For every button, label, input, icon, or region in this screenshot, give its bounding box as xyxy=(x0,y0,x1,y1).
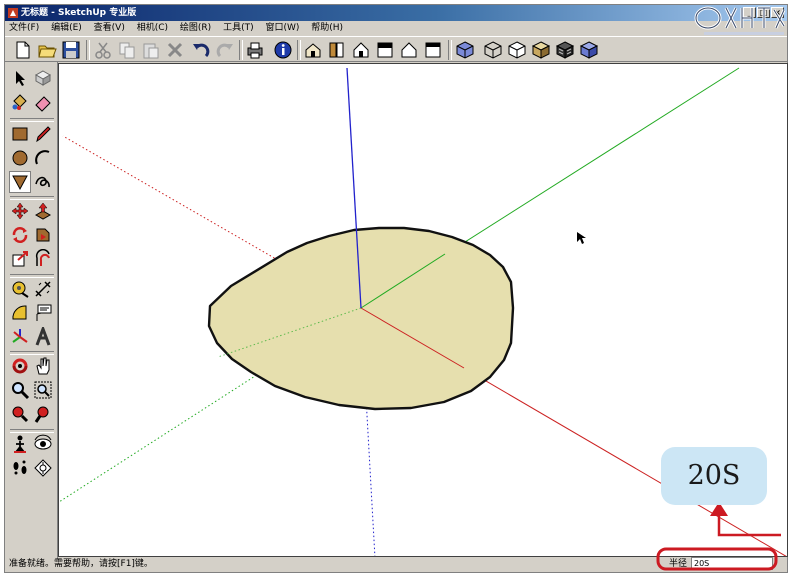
make-component-icon[interactable] xyxy=(33,68,53,88)
pan-hand-icon[interactable] xyxy=(33,356,53,376)
offset-icon[interactable] xyxy=(33,249,53,269)
model-info-icon[interactable] xyxy=(273,40,293,60)
main-toolbar xyxy=(5,36,787,62)
menu-bar: 文件(F) 编辑(E) 查看(V) 相机(C) 绘图(R) 工具(T) 窗口(W… xyxy=(5,21,787,35)
mouse-cursor-icon xyxy=(577,232,586,244)
menu-file[interactable]: 文件(F) xyxy=(9,23,39,33)
xray-style-icon[interactable] xyxy=(455,40,475,60)
pencil-line-icon[interactable] xyxy=(33,124,53,144)
measurements-input[interactable]: 20S xyxy=(691,557,773,570)
walk-footprints-icon[interactable] xyxy=(10,458,30,478)
polygon-icon[interactable] xyxy=(9,171,31,193)
menu-draw[interactable]: 绘图(R) xyxy=(180,23,211,33)
orbit-icon[interactable] xyxy=(10,356,30,376)
undo-icon[interactable] xyxy=(191,40,211,60)
redo-icon[interactable] xyxy=(215,40,235,60)
left-toolbar xyxy=(5,62,58,559)
zoom-icon[interactable] xyxy=(10,380,30,400)
protractor-icon[interactable] xyxy=(10,303,30,323)
sketchup-app-icon xyxy=(8,8,18,18)
status-message: 准备就绪。需要帮助，请按[F1]键。 xyxy=(9,559,153,569)
view-left-icon[interactable] xyxy=(423,40,443,60)
view-iso-icon[interactable] xyxy=(303,40,323,60)
tape-measure-icon[interactable] xyxy=(10,279,30,299)
print-icon[interactable] xyxy=(245,40,265,60)
monochrome-style-icon[interactable] xyxy=(579,40,599,60)
wireframe-style-icon[interactable] xyxy=(483,40,503,60)
shaded-style-icon[interactable] xyxy=(531,40,551,60)
view-back-icon[interactable] xyxy=(399,40,419,60)
window-title: 无标题 - SketchUp 专业版 xyxy=(21,8,137,18)
zoom-extents-icon[interactable] xyxy=(33,404,53,424)
previous-view-icon[interactable] xyxy=(10,404,30,424)
cut-icon[interactable] xyxy=(93,40,113,60)
menu-window[interactable]: 窗口(W) xyxy=(265,23,299,33)
view-top-icon[interactable] xyxy=(327,40,347,60)
paste-icon[interactable] xyxy=(141,40,161,60)
circle-face[interactable] xyxy=(207,226,515,411)
arc-icon[interactable] xyxy=(33,148,53,168)
select-arrow-icon[interactable] xyxy=(10,68,30,88)
watermark-logo xyxy=(694,6,786,35)
hidden-line-style-icon[interactable] xyxy=(507,40,527,60)
new-file-icon[interactable] xyxy=(13,40,33,60)
copy-icon[interactable] xyxy=(117,40,137,60)
view-right-icon[interactable] xyxy=(375,40,395,60)
rotate-icon[interactable] xyxy=(10,225,30,245)
section-plane-icon[interactable] xyxy=(33,458,53,478)
dimension-icon[interactable] xyxy=(33,279,53,299)
menu-edit[interactable]: 编辑(E) xyxy=(51,23,82,33)
menu-view[interactable]: 查看(V) xyxy=(94,23,125,33)
rectangle-icon[interactable] xyxy=(10,124,30,144)
view-front-icon[interactable] xyxy=(351,40,371,60)
menu-help[interactable]: 帮助(H) xyxy=(311,23,343,33)
shaded-texture-style-icon[interactable] xyxy=(555,40,575,60)
status-bar: 准备就绪。需要帮助，请按[F1]键。 半径 20S xyxy=(5,556,787,572)
erase-x-icon[interactable] xyxy=(165,40,185,60)
scale-icon[interactable] xyxy=(10,249,30,269)
paint-bucket-icon[interactable] xyxy=(10,92,30,112)
text-label-icon[interactable] xyxy=(33,303,53,323)
position-camera-icon[interactable] xyxy=(10,434,30,454)
menu-camera[interactable]: 相机(C) xyxy=(137,23,168,33)
move-icon[interactable] xyxy=(10,201,30,221)
follow-me-icon[interactable] xyxy=(33,225,53,245)
freehand-icon[interactable] xyxy=(33,172,53,192)
axes-icon[interactable] xyxy=(10,327,30,347)
menu-tools[interactable]: 工具(T) xyxy=(223,23,254,33)
title-bar: 无标题 - SketchUp 专业版 _ □ × xyxy=(5,5,787,21)
open-folder-icon[interactable] xyxy=(37,40,57,60)
measurements-label: 半径 xyxy=(668,559,687,569)
3d-text-icon[interactable] xyxy=(33,327,53,347)
circle-icon[interactable] xyxy=(10,148,30,168)
save-icon[interactable] xyxy=(61,40,81,60)
push-pull-icon[interactable] xyxy=(33,201,53,221)
eraser-icon[interactable] xyxy=(33,92,53,112)
look-around-icon[interactable] xyxy=(33,434,53,454)
zoom-window-icon[interactable] xyxy=(33,380,53,400)
measurement-callout: 20S xyxy=(661,447,767,505)
